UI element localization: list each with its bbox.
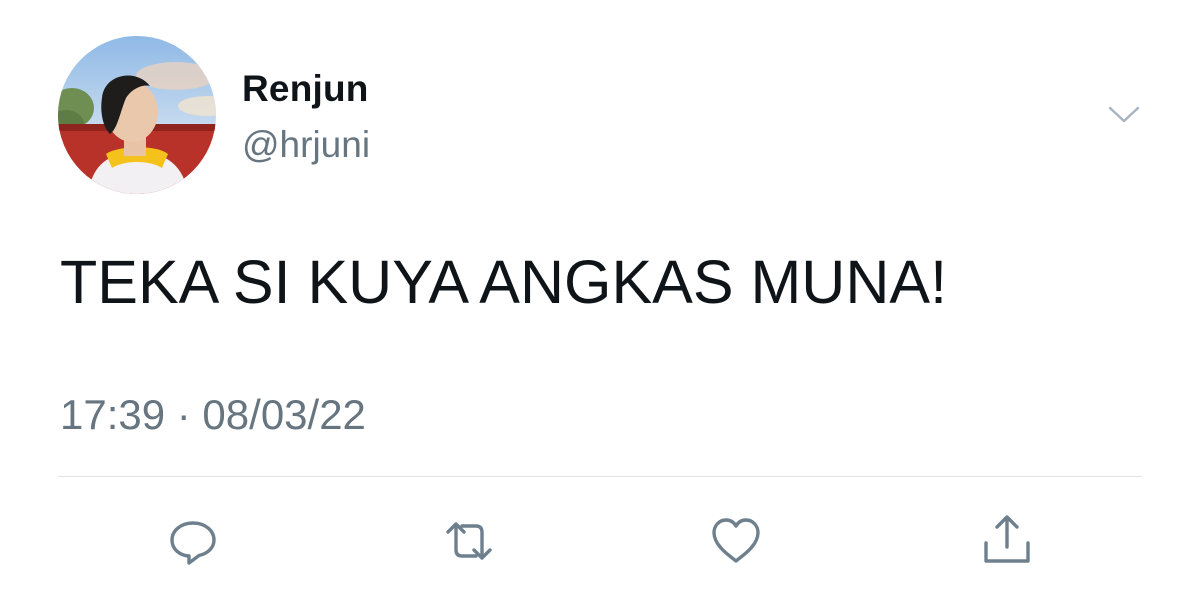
user-handle[interactable]: @hrjuni: [242, 123, 370, 167]
tweet-timestamp[interactable]: 17:39 · 08/03/22: [60, 390, 366, 440]
like-button[interactable]: [707, 512, 765, 570]
chevron-down-icon: [1108, 106, 1140, 123]
reply-icon: [170, 521, 216, 565]
retweet-button[interactable]: [440, 512, 498, 570]
tweet-text: TEKA SI KUYA ANGKAS MUNA!: [60, 248, 948, 316]
share-icon: [984, 515, 1030, 563]
avatar[interactable]: [58, 36, 216, 194]
divider: [58, 476, 1142, 477]
heart-icon: [712, 518, 760, 563]
share-button[interactable]: [978, 512, 1036, 570]
display-name[interactable]: Renjun: [242, 67, 369, 111]
more-options-button[interactable]: [1104, 98, 1144, 130]
tweet-card: Renjun @hrjuni TEKA SI KUYA ANGKAS MUNA!…: [0, 0, 1200, 605]
retweet-icon: [446, 522, 492, 560]
avatar-image: [58, 36, 216, 194]
reply-button[interactable]: [164, 512, 222, 570]
